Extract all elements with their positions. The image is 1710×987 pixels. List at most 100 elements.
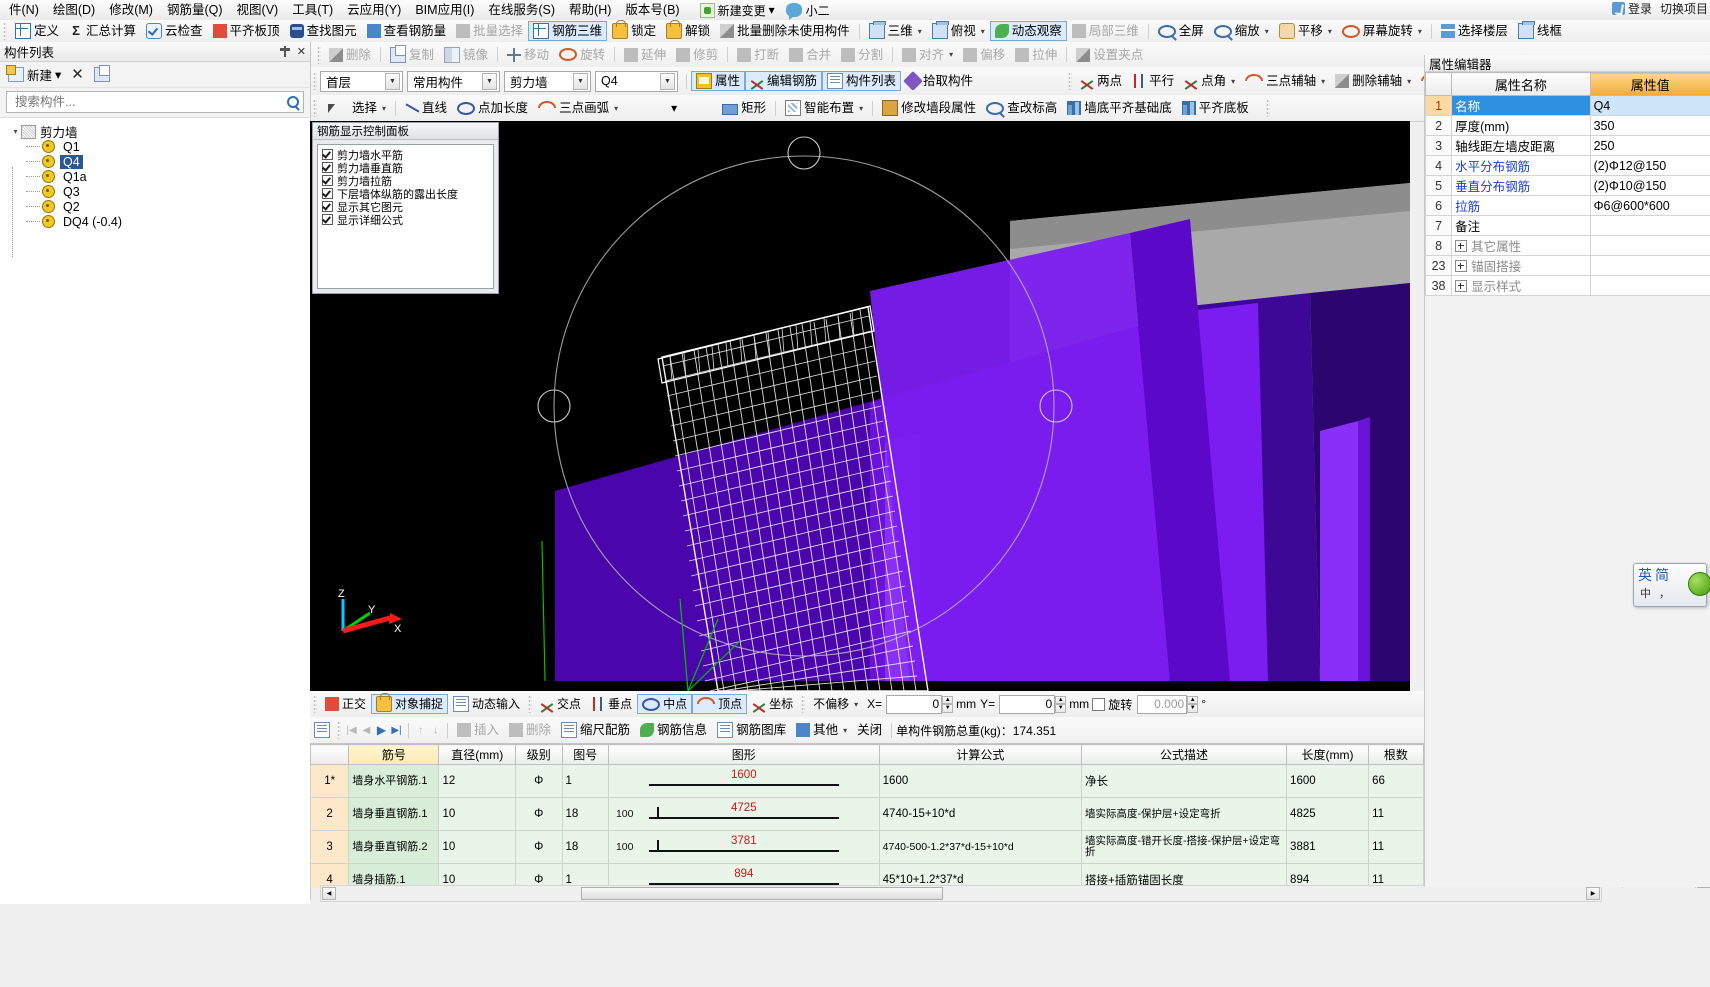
tool-break[interactable]: 打断 [732,45,784,65]
col-shape[interactable]: 图形 [608,745,879,765]
col-description[interactable]: 公式描述 [1081,745,1286,765]
property-row-vertical-rebar[interactable]: 5 垂直分布钢筋 (2)Φ10@150 [1426,176,1710,196]
row-diameter[interactable]: 10 [439,831,516,864]
property-value[interactable]: Q4 [1590,96,1710,116]
tool-align-bottom-slab[interactable]: 平齐底板 [1177,98,1254,118]
rebar-toolbar-grip[interactable] [337,721,341,739]
tool-edit-wall-segment[interactable]: 修改墙段属性 [877,98,981,118]
scroll-right-icon[interactable]: ▶ [1586,887,1600,900]
checkbox-icon[interactable] [322,201,333,212]
tool-point-length[interactable]: 点加长度 [452,98,533,118]
tool-component-list[interactable]: 构件列表 [822,71,901,91]
tool-3d[interactable]: 三维▾ [864,21,927,41]
move-up-button[interactable]: ↑ [413,723,428,738]
row-grade[interactable]: Φ [516,798,562,831]
tool-select[interactable]: 选择▾ [320,98,391,118]
col-diameter[interactable]: 直径(mm) [439,745,516,765]
row-formula[interactable]: 1600 [879,765,1081,798]
chevron-down-icon[interactable]: ▼ [660,73,675,90]
snap-vertex[interactable]: 顶点 [692,694,747,714]
new-component-button[interactable]: 新建 ▾ [8,65,61,84]
snap-ortho[interactable]: 正交 [320,694,371,714]
tool-rotate[interactable]: 旋转 [554,45,610,65]
tree-root-node[interactable]: ▾ 剪力墙 [8,124,310,139]
new-change-button[interactable]: 新建变更 ▾ [695,1,780,20]
tool-three-point-arc[interactable]: 三点画弧▾ [533,98,623,118]
tool-offset[interactable]: 偏移 [958,45,1010,65]
search-input[interactable] [13,94,267,110]
tree-item-q2[interactable]: Q2 [26,199,310,214]
chevron-down-icon[interactable]: ▾ [1263,27,1269,36]
x-stepper-up[interactable]: ▲ [942,696,953,705]
menu-item-9[interactable]: 帮助(H) [562,1,618,19]
combo-element-type[interactable]: 剪力墙 ▼ [504,71,591,92]
3d-viewport[interactable]: Z Y X 钢筋显示控制面板 剪力墙水平筋 剪力墙垂直筋 剪力墙拉筋 下层墙体纵… [310,121,1410,691]
menu-item-10[interactable]: 版本号(B) [618,1,686,19]
menu-item-8[interactable]: 在线服务(S) [481,1,562,19]
tool-wireframe[interactable]: 线框 [1513,21,1567,41]
row-shape-no[interactable]: 1 [562,765,608,798]
col-grade[interactable]: 级别 [516,745,562,765]
row-count[interactable]: 11 [1369,831,1424,864]
tool-view-rebar[interactable]: 查看钢筋量 [362,21,452,41]
property-value[interactable]: 350 [1590,116,1710,136]
rebar-library-button[interactable]: 钢筋图库 [712,720,791,740]
tool-edit-rebar[interactable]: 编辑钢筋 [745,71,822,91]
scroll-left-icon[interactable]: ◀ [322,887,336,900]
tool-summary-calc[interactable]: Σ汇总计算 [64,21,141,41]
row-diameter[interactable]: 12 [439,765,516,798]
tool-partial-3d[interactable]: 局部三维 [1067,21,1144,41]
y-stepper[interactable]: ▲▼ [1055,696,1066,713]
rotate-checkbox[interactable] [1092,698,1105,711]
col-formula[interactable]: 计算公式 [879,745,1081,765]
tool-line[interactable]: 直线 [400,98,452,118]
rebar-scale-button[interactable]: 缩尺配筋 [556,720,635,740]
tree-item-dq4[interactable]: DQ4 (-0.4) [26,214,310,229]
tool-merge[interactable]: 合并 [784,45,836,65]
snap-dynamic-input[interactable]: 动态输入 [448,694,525,714]
tool-delete-axis[interactable]: 删除辅轴▾ [1330,71,1416,91]
axis-toolbar-grip[interactable] [1068,72,1072,90]
x-input[interactable]: 0 [886,695,942,714]
chevron-down-icon[interactable]: ▾ [380,104,386,113]
move-down-button[interactable]: ↓ [428,723,443,738]
chevron-down-icon[interactable]: ▾ [1416,27,1422,36]
tool-zoom[interactable]: 缩放▾ [1209,21,1274,41]
row-grade[interactable]: Φ [516,831,562,864]
tool-align[interactable]: 对齐▾ [897,45,958,65]
row-description[interactable]: 净长 [1081,765,1286,798]
rebar-delete-button[interactable]: 删除 [504,720,556,740]
y-input[interactable]: 0 [999,695,1055,714]
row-diameter[interactable]: 10 [439,798,516,831]
tool-stretch[interactable]: 拉伸 [1010,45,1062,65]
search-icon[interactable] [284,94,301,111]
row-rebar-name[interactable]: 墙身垂直钢筋.2 [349,831,439,864]
row-count[interactable]: 11 [1369,798,1424,831]
component-toolbar-grip[interactable] [313,72,317,90]
expand-icon[interactable]: ▾ [10,127,21,136]
tool-align-slab-top[interactable]: 平齐板顶 [208,21,285,41]
tool-pan[interactable]: 平移▾ [1274,21,1337,41]
row-length[interactable]: 4825 [1287,798,1369,831]
y-stepper-down[interactable]: ▼ [1055,704,1066,713]
snap-perpendicular[interactable]: 垂点 [586,694,637,714]
row-length[interactable]: 1600 [1287,765,1369,798]
menu-item-2[interactable]: 修改(M) [102,1,160,19]
property-row-other-props[interactable]: 8 其它属性 [1426,236,1710,256]
row-rebar-name[interactable]: 墙身垂直钢筋.1 [349,798,439,831]
expand-plus-icon[interactable] [1455,280,1467,292]
chevron-down-icon[interactable]: ▾ [857,104,863,113]
tool-screen-rotate[interactable]: 屏幕旋转▾ [1337,21,1427,41]
col-length[interactable]: 长度(mm) [1287,745,1369,765]
checkbox-icon[interactable] [322,214,333,225]
tool-point-angle-axis[interactable]: 点角▾ [1179,71,1240,91]
property-value[interactable] [1590,276,1710,296]
tree-item-q4[interactable]: Q4 [26,154,310,169]
snap-intersection[interactable]: 交点 [535,694,586,714]
tool-topview[interactable]: 俯视▾ [927,21,990,41]
offset-group-grip[interactable] [801,695,805,713]
menu-item-7[interactable]: BIM应用(I) [408,1,481,19]
tool-two-point-axis[interactable]: 两点 [1075,71,1127,91]
row-description[interactable]: 墙实际高度-错开长度-搭接-保护层+设定弯折 [1081,831,1286,864]
search-box[interactable] [6,91,304,113]
